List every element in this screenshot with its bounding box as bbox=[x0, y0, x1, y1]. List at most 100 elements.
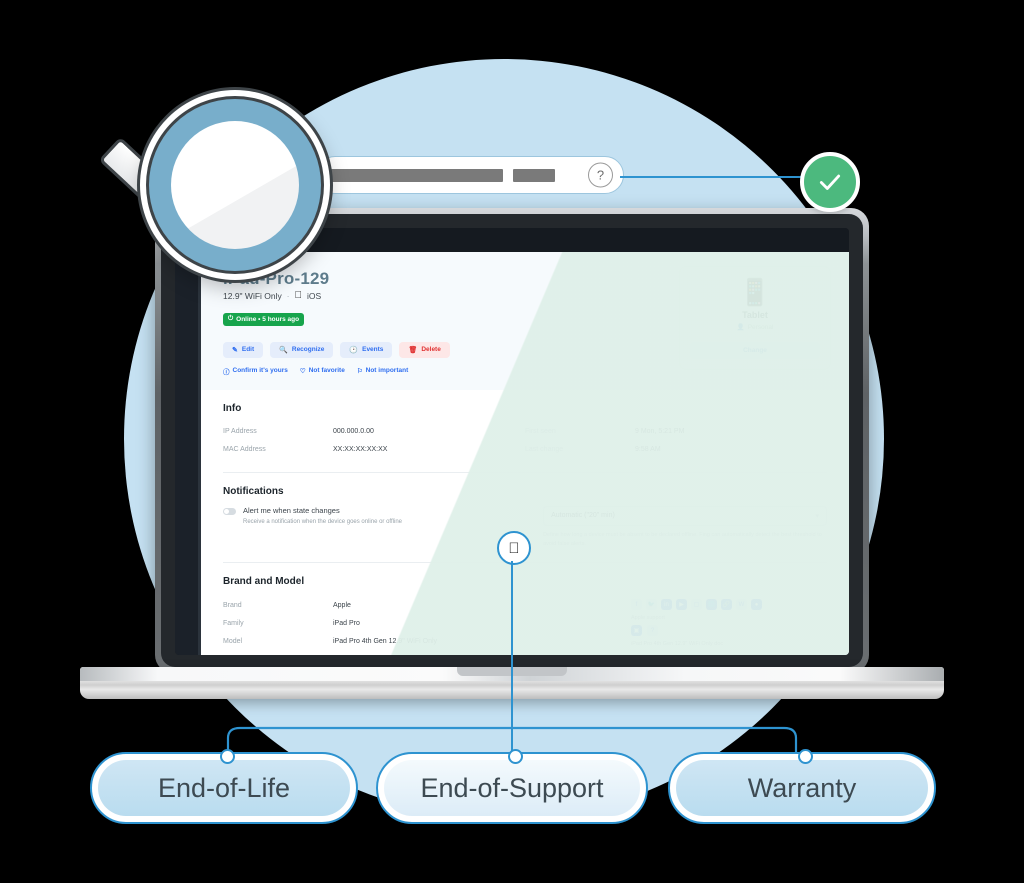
tablet-icon: 📱 bbox=[738, 277, 772, 307]
social-caption: Apple support bbox=[631, 615, 665, 622]
offline-threshold-help: Define how long a device must be absent … bbox=[543, 531, 822, 547]
notifications-toggle-group: Alert me when state changes Receive a no… bbox=[223, 506, 537, 525]
pill-end-of-life-label: End-of-Life bbox=[157, 772, 291, 803]
device-type-card: 📱 Tablet 👤 Personal Change bbox=[679, 266, 831, 370]
alert-toggle-help: Receive a notification when the device g… bbox=[243, 518, 402, 525]
youtube-icon[interactable]: ▶ bbox=[676, 599, 687, 611]
apple-icon:  bbox=[497, 531, 531, 565]
heart-icon: ♡ bbox=[299, 367, 306, 375]
change-button[interactable]: Change bbox=[690, 342, 820, 359]
offline-threshold-select[interactable]: Automatic ("20" min) ▾ bbox=[543, 505, 827, 526]
info-row: First seen 9 Mon, 5:21 PM bbox=[525, 423, 827, 441]
check-circle-icon bbox=[800, 152, 860, 212]
linkedin-icon[interactable]: in bbox=[661, 599, 672, 611]
document-icon-row: ▣ ? bbox=[631, 625, 831, 637]
brand-links-panel: f 🐦 in ▶ ▢ 🌐 🔗 W ● Apple support ▣ ? iPa… bbox=[631, 599, 831, 655]
globe-icon[interactable]: 🌐 bbox=[706, 599, 717, 611]
model-value: iPad Pro 4th Gen 12.9" WiFi Only bbox=[333, 637, 438, 645]
app-content: iPad-Pro-129 12.9" WiFi Only ·  iOS ⏻ O… bbox=[201, 252, 849, 655]
notifications-heading: Notifications bbox=[223, 485, 284, 497]
brand-value: Apple bbox=[333, 601, 351, 609]
last-change-key: Last change bbox=[525, 446, 564, 453]
pill-warranty[interactable]: Warranty bbox=[668, 749, 936, 824]
facebook-icon[interactable]: f bbox=[631, 599, 642, 611]
trash-icon: 🗑 bbox=[408, 346, 418, 354]
pill-end-of-life-node bbox=[220, 749, 235, 764]
brand-model-heading: Brand and Model bbox=[223, 576, 305, 588]
pencil-icon: ✎ bbox=[232, 346, 238, 354]
twitter-icon[interactable]: 🐦 bbox=[646, 599, 657, 611]
info-heading: Info bbox=[223, 402, 242, 414]
search-callout-bar[interactable]: ? bbox=[316, 156, 624, 194]
delete-button-label: Delete bbox=[421, 346, 441, 353]
model-key: Model bbox=[223, 637, 243, 645]
chevron-down-icon: ▾ bbox=[815, 512, 819, 520]
pill-end-of-life[interactable]: End-of-Life bbox=[90, 749, 358, 824]
info-grid: IP Address 000.000.0.00 MAC Address XX:X… bbox=[223, 423, 827, 459]
magnifier-inner-ring bbox=[149, 99, 321, 271]
info-section: Info IP Address 000.000.0.00 MAC Address… bbox=[201, 390, 849, 459]
info-row: Last change 9:58 AM bbox=[525, 441, 827, 459]
confirm-its-yours-label: Confirm it's yours bbox=[232, 367, 288, 374]
pill-end-of-support-label: End-of-Support bbox=[420, 772, 604, 803]
alert-toggle[interactable] bbox=[223, 507, 236, 515]
plug-icon: ⏻ bbox=[228, 315, 234, 322]
alert-toggle-label: Alert me when state changes bbox=[243, 505, 340, 515]
instagram-icon[interactable]: ▢ bbox=[691, 599, 702, 611]
person-icon: 👤 bbox=[736, 324, 745, 331]
device-type-label: Tablet bbox=[742, 310, 768, 320]
pill-end-of-support[interactable]: End-of-Support bbox=[376, 749, 648, 824]
info-row: IP Address 000.000.0.00 bbox=[223, 423, 525, 441]
search-icon: 🔍 bbox=[279, 346, 288, 354]
circle-icon[interactable]: ● bbox=[751, 599, 762, 611]
doc-caption: iPad Pro 4th Gen 12.9" WiFi Only doc bbox=[631, 641, 724, 648]
magnifier-outer-ring bbox=[140, 90, 330, 280]
events-button[interactable]: 🕑 Events bbox=[340, 341, 393, 358]
callout-leader-line bbox=[620, 176, 810, 178]
delete-button[interactable]: 🗑 Delete bbox=[399, 341, 450, 358]
question-mark-icon[interactable]: ? bbox=[588, 162, 613, 188]
info-row: MAC Address XX:XX:XX:XX:XX bbox=[223, 441, 525, 459]
not-favorite-link[interactable]: ♡ Not favorite bbox=[300, 366, 345, 376]
not-important-link[interactable]: ⚐ Not important bbox=[357, 366, 408, 376]
info-column-left: IP Address 000.000.0.00 MAC Address XX:X… bbox=[223, 423, 525, 459]
not-important-label: Not important bbox=[365, 367, 409, 374]
social-icon-row: f 🐦 in ▶ ▢ 🌐 🔗 W ● bbox=[631, 599, 831, 611]
info-icon: ⓘ bbox=[223, 368, 230, 376]
app-sidebar[interactable] bbox=[175, 252, 201, 655]
annotation-pills: End-of-Life End-of-Support Warranty bbox=[0, 749, 1024, 830]
events-button-label: Events bbox=[362, 346, 384, 353]
device-os-text: iOS bbox=[299, 291, 321, 301]
offline-threshold-value: Automatic ("20" min) bbox=[551, 512, 615, 519]
last-change-value: 9:58 AM bbox=[635, 446, 661, 453]
placeholder-block-short bbox=[513, 168, 555, 182]
flag-icon: ⚐ bbox=[356, 367, 363, 375]
link-icon[interactable]: 🔗 bbox=[721, 599, 732, 611]
family-key: Family bbox=[223, 619, 244, 627]
brand-key: Brand bbox=[223, 601, 242, 609]
confirm-its-yours-link[interactable]: ⓘ Confirm it's yours bbox=[223, 366, 288, 376]
pill-warranty-node bbox=[798, 749, 813, 764]
device-model-text: 12.9" WiFi Only bbox=[223, 291, 282, 301]
first-seen-key: First seen bbox=[525, 428, 556, 435]
pill-end-of-support-node bbox=[508, 749, 523, 764]
offline-threshold-group: Automatic ("20" min) ▾ Define how long a… bbox=[537, 505, 827, 550]
notifications-text: Alert me when state changes Receive a no… bbox=[243, 506, 402, 525]
recognize-button[interactable]: 🔍 Recognize bbox=[270, 341, 334, 358]
magnifier-icon bbox=[98, 90, 330, 280]
brand-model-section: Brand and Model Brand Apple Family iPad … bbox=[201, 563, 849, 655]
clock-icon: 🕑 bbox=[349, 346, 359, 354]
not-favorite-label: Not favorite bbox=[308, 367, 345, 374]
pill-warranty-label: Warranty bbox=[747, 772, 857, 803]
subtitle-separator: · bbox=[286, 291, 290, 301]
edit-button[interactable]: ✎ Edit bbox=[223, 341, 264, 358]
help-icon[interactable]: ? bbox=[647, 625, 658, 637]
edit-button-label: Edit bbox=[241, 346, 255, 353]
first-seen-value: 9 Mon, 5:21 PM bbox=[635, 428, 685, 435]
device-owner-label: Personal bbox=[747, 323, 774, 331]
wikipedia-icon[interactable]: W bbox=[736, 599, 747, 611]
document-icon[interactable]: ▣ bbox=[631, 625, 642, 637]
mac-address-value: XX:XX:XX:XX:XX bbox=[333, 446, 388, 453]
mac-address-key: MAC Address bbox=[223, 446, 266, 453]
family-value: iPad Pro bbox=[333, 619, 360, 627]
